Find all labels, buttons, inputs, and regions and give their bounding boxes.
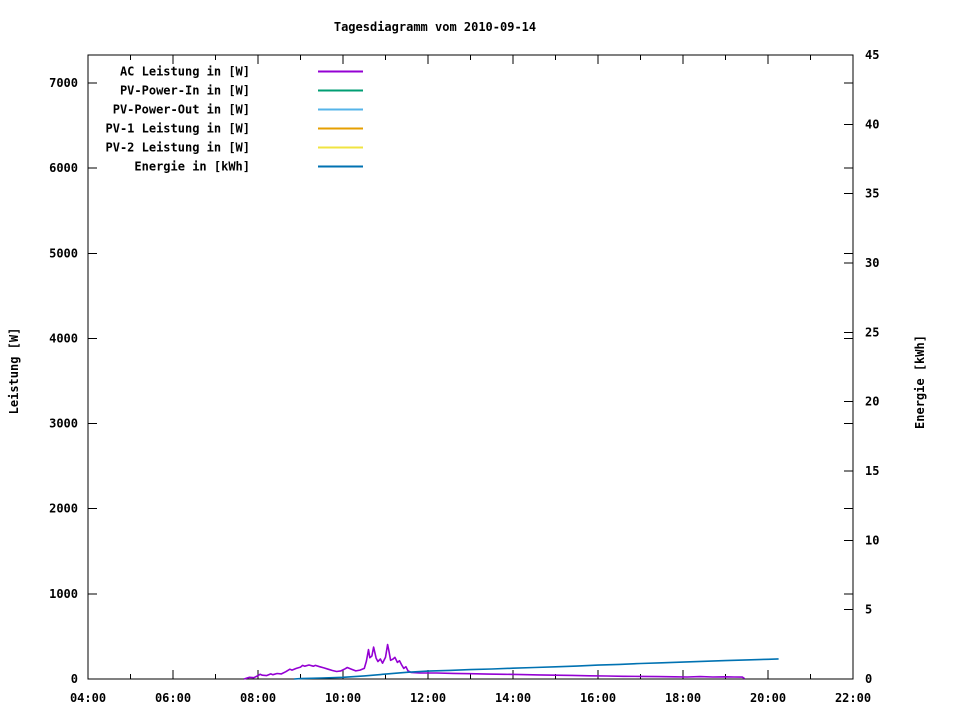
y1-tick-label: 2000 xyxy=(49,502,78,516)
x-tick-label: 14:00 xyxy=(495,691,531,705)
y1-tick-label: 1000 xyxy=(49,587,78,601)
y2-tick-label: 25 xyxy=(865,325,879,339)
y2-tick-label: 30 xyxy=(865,256,879,270)
y1-tick-label: 7000 xyxy=(49,76,78,90)
x-tick-label: 04:00 xyxy=(70,691,106,705)
y2-tick-label: 40 xyxy=(865,117,879,131)
x-tick-label: 22:00 xyxy=(835,691,871,705)
y1-tick-label: 0 xyxy=(71,672,78,686)
legend-label: PV-1 Leistung in [W] xyxy=(106,122,251,136)
x-tick-label: 10:00 xyxy=(325,691,361,705)
legend-label: PV-Power-In in [W] xyxy=(120,84,250,98)
x-tick-label: 12:00 xyxy=(410,691,446,705)
y2-tick-label: 15 xyxy=(865,464,879,478)
x-tick-label: 06:00 xyxy=(155,691,191,705)
x-tick-label: 18:00 xyxy=(665,691,701,705)
y2-tick-label: 20 xyxy=(865,395,879,409)
y1-tick-label: 5000 xyxy=(49,246,78,260)
legend-label: AC Leistung in [W] xyxy=(120,65,250,79)
y1-tick-label: 3000 xyxy=(49,417,78,431)
legend-label: PV-2 Leistung in [W] xyxy=(106,141,251,155)
x-tick-label: 16:00 xyxy=(580,691,616,705)
x-tick-label: 20:00 xyxy=(750,691,786,705)
x-tick-label: 08:00 xyxy=(240,691,276,705)
legend-label: Energie in [kWh] xyxy=(134,160,250,174)
gnuplot-chart-page: { "title": "Tagesdiagramm vom 2010-09-14… xyxy=(0,0,960,720)
y2-tick-label: 45 xyxy=(865,48,879,62)
y1-tick-label: 4000 xyxy=(49,331,78,345)
plot-area: 04:00 06:00 08:00 10:00 12:00 14:00 16:00 18:00… xyxy=(49,48,879,705)
y2-tick-label: 35 xyxy=(865,187,879,201)
legend-label: PV-Power-Out in [W] xyxy=(113,103,250,117)
y1-tick-label: 6000 xyxy=(49,161,78,175)
y2-tick-label: 5 xyxy=(865,603,872,617)
y2-tick-label: 10 xyxy=(865,533,879,547)
y2-tick-label: 0 xyxy=(865,672,872,686)
